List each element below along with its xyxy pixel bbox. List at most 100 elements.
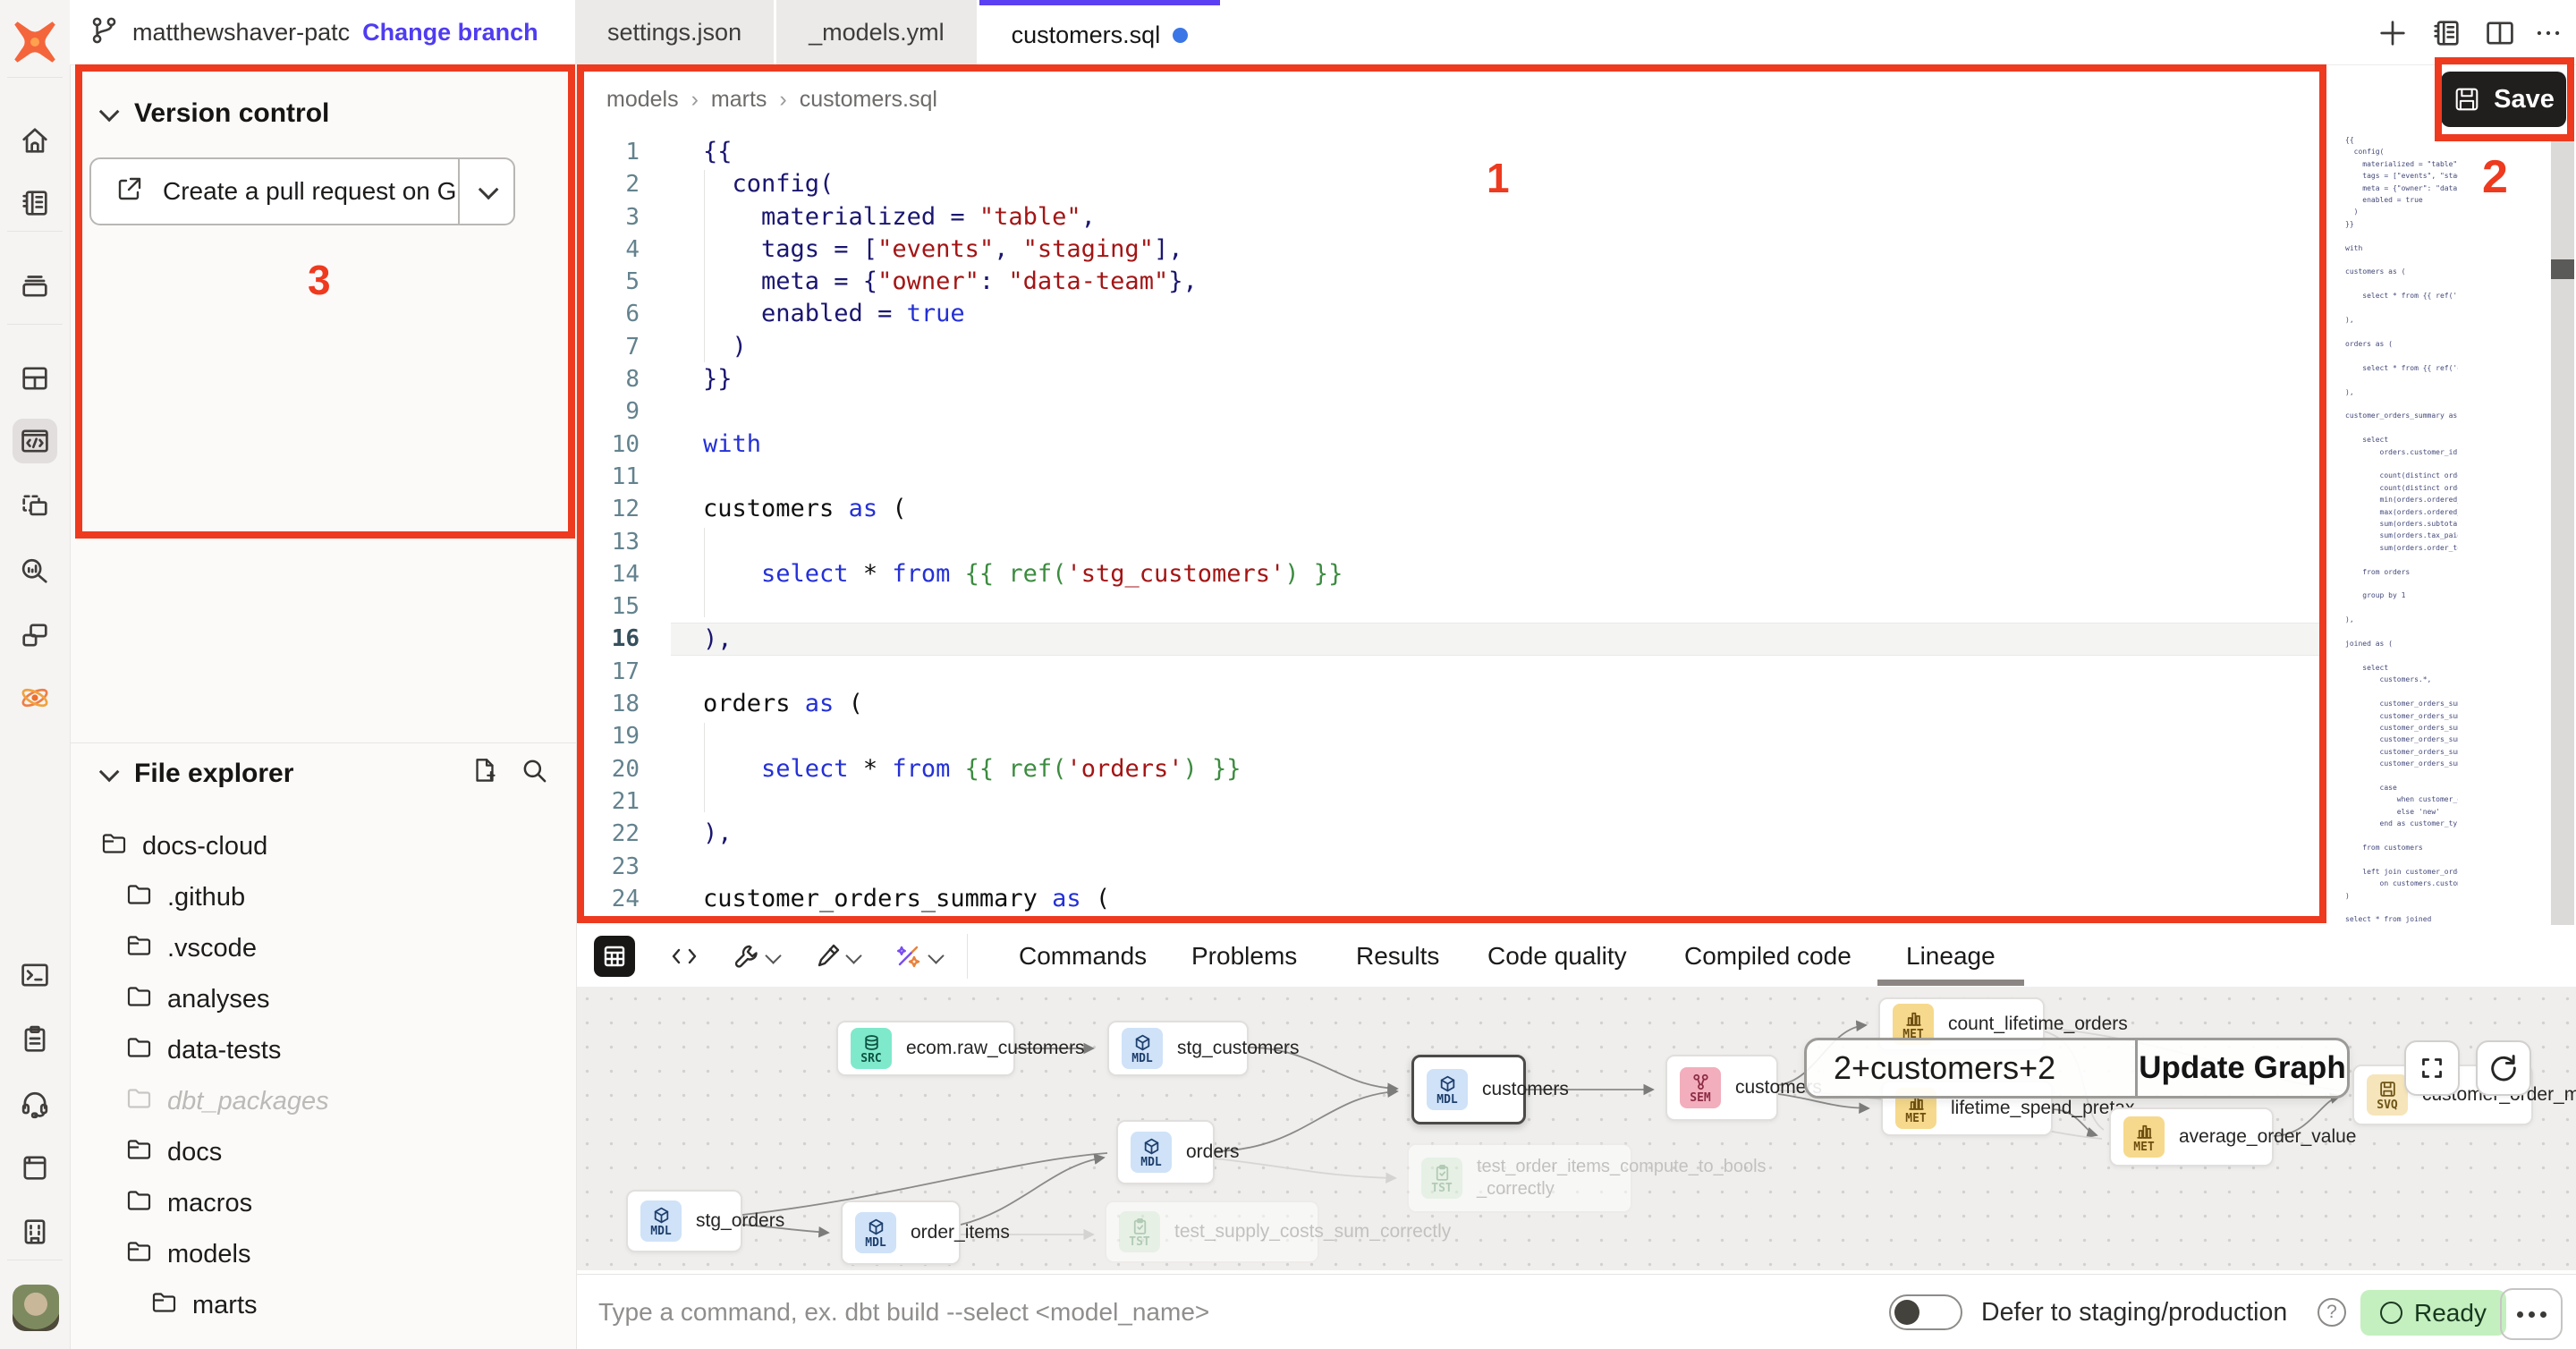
chevron-down-icon[interactable] [767, 950, 780, 963]
file-explorer-header[interactable]: File explorer [100, 759, 293, 789]
code-line-24[interactable]: 24customer_orders_summary as ( [577, 883, 2324, 915]
code-line-15[interactable]: 15 [577, 590, 2324, 623]
branch-name[interactable]: matthewshaver-patc [132, 19, 350, 47]
breadcrumb-item[interactable]: marts [711, 87, 767, 113]
panel-tab-Code quality[interactable]: Code quality [1487, 929, 1627, 984]
split-view-icon[interactable] [2479, 13, 2521, 54]
search-icon[interactable] [515, 751, 555, 791]
lineage-node-average-order-value[interactable]: METaverage_order_value [2109, 1107, 2274, 1167]
tree-item-dbt_packages[interactable]: dbt_packages [70, 1076, 576, 1127]
tab-customers.sql[interactable]: customers.sql [979, 0, 1221, 64]
code-line-17[interactable]: 17 [577, 656, 2324, 688]
refresh-icon[interactable] [2476, 1040, 2531, 1096]
tree-item-models[interactable]: models [70, 1229, 576, 1280]
lineage-node-customers-semantic[interactable]: SEMcustomers [1665, 1055, 1778, 1121]
code-line-20[interactable]: 20 select * from {{ ref('orders') }} [577, 753, 2324, 785]
support-headset-icon[interactable] [13, 1082, 57, 1126]
organization-icon[interactable] [13, 1209, 57, 1254]
atom-icon[interactable] [13, 675, 57, 720]
code-line-4[interactable]: 4 tags = ["events", "staging"], [577, 233, 2324, 266]
preview-table-icon[interactable] [594, 936, 635, 977]
create-pull-request-button[interactable]: Create a pull request on Gi... [89, 157, 515, 225]
tree-item-data-tests[interactable]: data-tests [70, 1025, 576, 1076]
code-line-18[interactable]: 18orders as ( [577, 688, 2324, 720]
lineage-node-test-order-items[interactable]: TSTtest_order_items_compute_to_bools _co… [1407, 1143, 1632, 1213]
help-icon[interactable]: ? [2318, 1298, 2346, 1327]
chevron-down-icon[interactable] [848, 950, 860, 963]
code-line-8[interactable]: 8}} [577, 363, 2324, 395]
breadcrumb-item[interactable]: models [606, 87, 679, 113]
code-line-16[interactable]: 16), [577, 623, 2324, 655]
lineage-node-test-supply-costs[interactable]: TSTtest_supply_costs_sum_correctly [1105, 1201, 1319, 1263]
panel-tab-Results[interactable]: Results [1356, 929, 1439, 984]
change-branch-link[interactable]: Change branch [362, 19, 538, 47]
format-icon[interactable] [807, 936, 848, 977]
lineage-selector-input[interactable]: 2+customers+2 [1807, 1040, 2135, 1096]
code-line-3[interactable]: 3 materialized = "table", [577, 201, 2324, 233]
code-line-7[interactable]: 7 ) [577, 331, 2324, 363]
code-line-21[interactable]: 21 [577, 785, 2324, 818]
status-badge[interactable]: Ready [2360, 1290, 2506, 1336]
code-line-12[interactable]: 12customers as ( [577, 493, 2324, 525]
add-tab-icon[interactable] [2372, 13, 2413, 54]
frame-icon[interactable] [13, 484, 57, 529]
editor-minimap[interactable]: {{ config( materialized = "table", tags … [2345, 134, 2458, 925]
lineage-node-order-items[interactable]: MDLorder_items [841, 1201, 961, 1265]
panel-tab-Lineage[interactable]: Lineage [1906, 929, 1996, 984]
dashboard-icon[interactable] [13, 356, 57, 401]
wrench-icon[interactable] [726, 936, 767, 977]
code-icon[interactable] [664, 936, 705, 977]
user-avatar[interactable] [13, 1285, 59, 1331]
code-line-6[interactable]: 6 enabled = true [577, 298, 2324, 330]
code-line-22[interactable]: 22), [577, 818, 2324, 850]
code-line-10[interactable]: 10with [577, 428, 2324, 461]
code-line-14[interactable]: 14 select * from {{ ref('stg_customers')… [577, 558, 2324, 590]
chevron-down-icon[interactable] [930, 950, 943, 963]
lineage-canvas[interactable]: SRCecom.raw_customers MDLstg_customers MDL… [575, 987, 2576, 1270]
lineage-node-ecom-raw-customers[interactable]: SRCecom.raw_customers [836, 1021, 1015, 1076]
tree-item-docs-cloud[interactable]: docs-cloud [70, 821, 576, 872]
terminal-icon[interactable] [13, 953, 57, 997]
ai-assist-icon[interactable] [887, 936, 928, 977]
query-explorer-icon[interactable] [13, 548, 57, 593]
version-control-header[interactable]: Version control [100, 98, 329, 129]
code-line-11[interactable]: 11 [577, 461, 2324, 493]
stack-icon[interactable] [13, 263, 57, 308]
lineage-node-orders[interactable]: MDLorders [1116, 1120, 1215, 1184]
tab-settings.json[interactable]: settings.json [575, 0, 774, 64]
update-graph-button[interactable]: Update Graph [2138, 1040, 2347, 1096]
lineage-node-customers-model[interactable]: MDLcustomers [1411, 1055, 1526, 1124]
new-file-icon[interactable] [465, 751, 504, 791]
more-options-button[interactable] [2500, 1288, 2563, 1340]
lineage-node-stg-customers[interactable]: MDLstg_customers [1107, 1021, 1249, 1076]
home-icon[interactable] [13, 118, 57, 163]
dbt-logo-icon[interactable] [12, 19, 58, 65]
code-line-13[interactable]: 13 [577, 526, 2324, 558]
windows-icon[interactable] [13, 613, 57, 658]
tree-item-analyses[interactable]: analyses [70, 974, 576, 1025]
command-input[interactable]: Type a command, ex. dbt build --select <… [598, 1275, 1209, 1349]
tree-item-marts[interactable]: marts [70, 1280, 576, 1331]
notebook-icon[interactable] [13, 181, 57, 225]
code-line-1[interactable]: 1{{ [577, 136, 2324, 168]
code-editor[interactable]: 1{{2 config(3 materialized = "table",4 t… [577, 136, 2324, 915]
panel-tab-Problems[interactable]: Problems [1191, 929, 1297, 984]
tree-item-macros[interactable]: macros [70, 1178, 576, 1229]
code-line-9[interactable]: 9 [577, 395, 2324, 428]
journal-icon[interactable] [2426, 13, 2467, 54]
code-editor-icon[interactable] [13, 419, 57, 463]
save-button[interactable]: Save [2441, 72, 2566, 127]
expand-icon[interactable] [2404, 1040, 2460, 1096]
lineage-node-stg-orders[interactable]: MDLstg_orders [626, 1190, 742, 1252]
editor-scrollbar[interactable] [2551, 134, 2574, 925]
code-line-5[interactable]: 5 meta = {"owner": "data-team"}, [577, 266, 2324, 298]
code-line-2[interactable]: 2 config( [577, 168, 2324, 200]
code-line-19[interactable]: 19 [577, 720, 2324, 752]
more-icon[interactable] [2528, 13, 2569, 54]
tree-item-.github[interactable]: .github [70, 872, 576, 923]
docs-book-icon[interactable] [13, 1145, 57, 1190]
scrollbar-thumb[interactable] [2551, 259, 2574, 279]
tree-item-.vscode[interactable]: .vscode [70, 923, 576, 974]
breadcrumb-item[interactable]: customers.sql [800, 87, 937, 113]
tree-item-docs[interactable]: docs [70, 1127, 576, 1178]
